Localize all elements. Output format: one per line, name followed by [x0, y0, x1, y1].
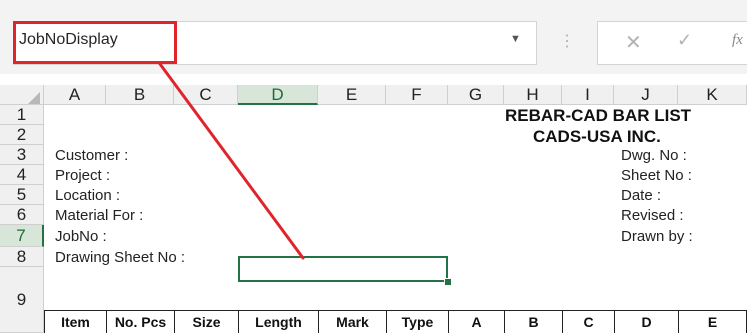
column-header-g[interactable]: G — [448, 85, 504, 105]
row-header-1[interactable]: 1 — [0, 105, 44, 125]
material-for-label: Material For : — [55, 207, 144, 224]
column-header-c[interactable]: C — [174, 85, 238, 105]
project-label: Project : — [55, 167, 111, 184]
company-name: CADS-USA INC. — [533, 127, 661, 146]
active-cell-selection[interactable] — [238, 256, 448, 282]
row-header-3[interactable]: 3 — [0, 145, 44, 165]
select-all-icon — [28, 92, 40, 104]
checkmark-icon[interactable]: ✓ — [677, 30, 692, 51]
customer-label: Customer : — [55, 147, 129, 164]
location-label: Location : — [55, 187, 121, 204]
drawing-sheet-no-label: Drawing Sheet No : — [55, 249, 186, 266]
column-header-j[interactable]: J — [614, 85, 678, 105]
row-header-2[interactable]: 2 — [0, 125, 44, 145]
row-header-9[interactable]: 9 — [0, 267, 44, 333]
row-header-8[interactable]: 8 — [0, 247, 44, 267]
function-icon[interactable]: fx — [732, 32, 743, 49]
table-header-size: Size — [174, 310, 238, 333]
chevron-down-icon[interactable]: ▼ — [510, 33, 521, 45]
table-header-mark: Mark — [318, 310, 386, 333]
fill-handle[interactable] — [444, 278, 452, 286]
name-box-highlight — [13, 21, 177, 64]
dwg-no-label: Dwg. No : — [621, 147, 687, 164]
row-header-5[interactable]: 5 — [0, 185, 44, 205]
table-header-c: C — [562, 310, 614, 333]
table-header-a: A — [448, 310, 504, 333]
jobno-label: JobNo : — [55, 228, 107, 245]
table-header-b: B — [504, 310, 562, 333]
revised-label: Revised : — [621, 207, 684, 224]
ribbon-strip — [0, 0, 747, 12]
column-header-a[interactable]: A — [44, 85, 106, 105]
grip-icon: ⋮ — [559, 33, 575, 50]
column-header-b[interactable]: B — [106, 85, 174, 105]
table-header-item: Item — [44, 310, 106, 333]
table-header-type: Type — [386, 310, 448, 333]
column-header-k[interactable]: K — [678, 85, 747, 105]
bar-list-title: REBAR-CAD BAR LIST — [505, 106, 692, 125]
sheet-no-label: Sheet No : — [621, 167, 692, 184]
table-header-d: D — [614, 310, 678, 333]
date-label: Date : — [621, 187, 662, 204]
column-header-d[interactable]: D — [238, 85, 318, 105]
column-header-e[interactable]: E — [318, 85, 386, 105]
column-header-f[interactable]: F — [386, 85, 448, 105]
column-header-h[interactable]: H — [504, 85, 562, 105]
table-header-e: E — [678, 310, 747, 333]
row-header-4[interactable]: 4 — [0, 165, 44, 185]
column-header-i[interactable]: I — [562, 85, 614, 105]
formula-input[interactable] — [597, 21, 747, 65]
table-header-length: Length — [238, 310, 318, 333]
row-header-7[interactable]: 7 — [0, 225, 44, 247]
cancel-icon[interactable]: ✕ — [625, 30, 642, 55]
table-header-no-pcs: No. Pcs — [106, 310, 174, 333]
drawn-by-label: Drawn by : — [621, 228, 693, 245]
row-header-6[interactable]: 6 — [0, 205, 44, 225]
